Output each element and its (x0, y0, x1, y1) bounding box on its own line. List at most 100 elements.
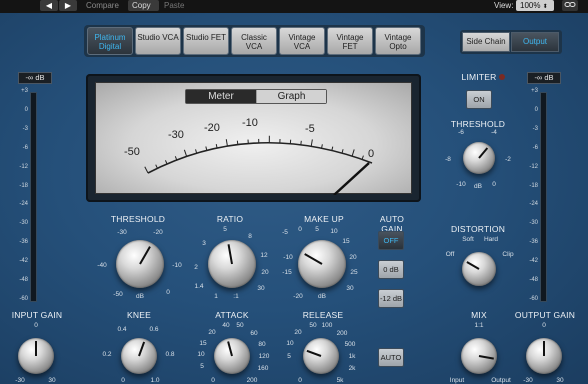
knob-tick-label: 0 (121, 377, 125, 384)
meter-scale-tick: -42 (19, 258, 28, 265)
knob-tick-label: -30 (523, 377, 533, 384)
knob-tick-label: -30 (117, 229, 127, 236)
knob-tick-label: 80 (258, 341, 266, 348)
meter-scale-label: 0 (368, 148, 375, 160)
knob-tick-label: 10 (330, 228, 338, 235)
knee-knob[interactable] (121, 338, 157, 374)
model-platinum-digital-button[interactable]: Platinum Digital (87, 27, 133, 55)
model-studio-fet-button[interactable]: Studio FET (183, 27, 229, 55)
release-knob[interactable] (303, 338, 339, 374)
knob-tick-label: 0 (542, 322, 546, 329)
stepper-icon: ⬍ (542, 4, 548, 10)
knob-tick-label: 0.8 (165, 351, 175, 358)
knob-tick-label: 20 (208, 329, 216, 336)
compressor-plugin-window: ◀ ▶ Compare Copy Paste View: 100% ⬍ Plat… (0, 0, 588, 384)
attack-label: ATTACK (215, 310, 249, 320)
knob-tick-label: 0 (298, 377, 302, 384)
meter-scale-tick: -3 (22, 125, 28, 132)
auto-gain-off-button[interactable]: OFF (378, 231, 404, 250)
model-vintage-fet-button[interactable]: Vintage FET (327, 27, 373, 55)
output-view-button[interactable]: Output (511, 32, 559, 52)
input-gain-knob[interactable] (18, 338, 54, 374)
output-gain-knob[interactable] (526, 338, 562, 374)
threshold-label: THRESHOLD (110, 214, 166, 224)
knob-tick-label: 500 (344, 341, 356, 348)
knob-tick-label: 5 (200, 363, 204, 370)
knob-tick-label: 100 (321, 322, 333, 329)
model-studio-vca-button[interactable]: Studio VCA (135, 27, 181, 55)
distortion-knob[interactable] (462, 252, 496, 286)
knob-tick-label: -20 (293, 293, 303, 300)
knob-tick-label: 30 (257, 285, 265, 292)
compare-button[interactable]: Compare (86, 0, 119, 11)
knob-tick-label: -4 (491, 129, 497, 136)
meter-dial-tick (195, 149, 198, 154)
previous-preset-button[interactable]: ◀ (40, 0, 58, 11)
meter-scale-tick: +3 (21, 88, 28, 94)
meter-scale-tick: -60 (529, 296, 538, 302)
link-icon[interactable] (562, 0, 578, 11)
limiter-threshold-knob[interactable] (463, 142, 495, 174)
threshold-knob[interactable] (116, 240, 164, 288)
knob-tick-label: 10 (197, 351, 205, 358)
view-zoom-value: 100% (520, 1, 541, 10)
distortion-off-label: Off (445, 251, 455, 258)
meter-scale-tick: -3 (532, 125, 538, 132)
mix-knob[interactable] (461, 338, 497, 374)
output-level-meter (540, 92, 547, 302)
model-vintage-opto-button[interactable]: Vintage Opto (375, 27, 421, 55)
ratio-label: RATIO (216, 214, 244, 224)
distortion-soft-label: Soft (462, 236, 474, 243)
auto-gain-0db-button[interactable]: 0 dB (378, 260, 404, 279)
meter-dial-tick (174, 156, 178, 161)
model-classic-vca-button[interactable]: Classic VCA (231, 27, 277, 55)
knob-tick-label: -6 (458, 129, 464, 136)
knob-tick-label: 0 (34, 322, 38, 329)
knob-tick-label: 160 (257, 365, 269, 372)
knob-tick-label: 120 (258, 353, 270, 360)
model-vintage-vca-button[interactable]: Vintage VCA (279, 27, 325, 55)
attack-knob[interactable] (214, 338, 250, 374)
gain-reduction-meter: Meter Graph -50 -30 -20 -10 -5 0 (95, 82, 412, 195)
meter-dial-tick (361, 155, 364, 160)
side-chain-button[interactable]: Side Chain (462, 32, 510, 52)
knob-tick-label: 200 (246, 377, 258, 384)
meter-dial-tick (155, 164, 158, 169)
knob-tick-label: 0.4 (117, 326, 127, 333)
meter-dial-tick (225, 139, 228, 147)
meter-scale-tick: 0 (534, 106, 538, 113)
meter-scale-tick: +3 (531, 88, 538, 94)
make-up-knob[interactable] (298, 240, 346, 288)
auto-gain-minus12db-button[interactable]: -12 dB (378, 289, 404, 308)
meter-scale-tick: -60 (19, 296, 28, 302)
meter-dial-tick (164, 160, 168, 165)
ratio-knob[interactable] (208, 240, 256, 288)
meter-scale-tick: -6 (532, 144, 538, 151)
meter-scale-tick: -24 (529, 201, 538, 208)
meter-dial-tick (144, 166, 149, 174)
knob-tick-label: 20 (261, 269, 269, 276)
meter-scale-tick: -6 (22, 144, 28, 151)
output-level-readout: -∞ dB (527, 72, 561, 84)
knob-tick-label: 30 (556, 377, 564, 384)
knob-tick-label: 2 (194, 264, 198, 271)
knob-tick-label: 8 (248, 233, 252, 240)
view-label: View: (494, 1, 514, 10)
meter-scale-tick: -24 (19, 201, 28, 208)
knob-tick-label: 30 (346, 285, 354, 292)
knob-tick-label: 5k (336, 377, 344, 384)
release-auto-button[interactable]: AUTO (378, 348, 404, 367)
limiter-threshold-label: THRESHOLD (450, 119, 506, 129)
meter-scale-tick: -18 (529, 182, 538, 189)
knob-tick-label: 0 (166, 289, 170, 296)
view-zoom-select[interactable]: 100% ⬍ (516, 0, 554, 11)
meter-dial (144, 135, 373, 195)
limiter-on-button[interactable]: ON (466, 90, 492, 109)
distortion-hard-label: Hard (483, 236, 499, 243)
copy-button[interactable]: Copy (128, 0, 159, 11)
knob-tick-label: 5 (223, 226, 227, 233)
meter-scale-tick: -48 (529, 277, 538, 284)
next-preset-button[interactable]: ▶ (59, 0, 77, 11)
paste-button[interactable]: Paste (164, 0, 184, 11)
knob-tick-label: 5 (287, 353, 291, 360)
